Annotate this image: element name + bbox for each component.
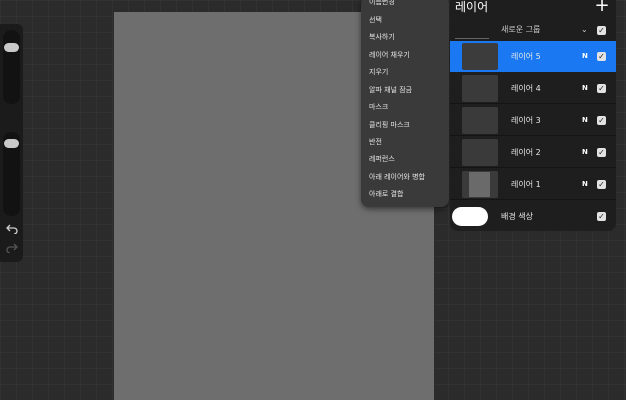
menu-item-reference[interactable]: 레퍼런스 [369, 151, 395, 167]
blend-mode-button[interactable]: N [582, 137, 588, 168]
layer-thumbnail [462, 75, 498, 102]
layers-panel: 레이어 + 새로운 그룹 ⌄ ✓ 레이어 5 N ✓ 레이어 4 N ✓ 레이어… [450, 0, 616, 231]
layer-visibility-checkbox[interactable]: ✓ [597, 148, 606, 157]
layer-visibility-checkbox[interactable]: ✓ [597, 52, 606, 61]
layer-thumbnail [462, 171, 498, 198]
menu-item-merge-down[interactable]: 아래 레이어와 병합 [369, 169, 425, 185]
blend-mode-button[interactable]: N [582, 73, 588, 104]
background-color-label: 배경 색상 [501, 212, 533, 221]
menu-item-fill-layer[interactable]: 레이어 채우기 [369, 47, 410, 63]
background-color-swatch[interactable] [452, 207, 488, 226]
background-visibility-checkbox[interactable]: ✓ [597, 212, 606, 221]
menu-item-combine-down[interactable]: 아래로 결합 [369, 186, 403, 202]
menu-item-mask[interactable]: 마스크 [369, 99, 388, 115]
menu-item-invert[interactable]: 반전 [369, 134, 382, 150]
layer-name: 레이어 1 [511, 180, 541, 189]
layer-row-2[interactable]: 레이어 2 N ✓ [450, 137, 616, 168]
group-name: 새로운 그룹 [501, 25, 541, 34]
chevron-down-icon[interactable]: ⌄ [581, 19, 588, 41]
blend-mode-button[interactable]: N [582, 169, 588, 200]
blend-mode-button[interactable]: N [582, 105, 588, 136]
layer-name: 레이어 2 [511, 148, 541, 157]
layer-row-5[interactable]: 레이어 5 N ✓ [450, 41, 616, 72]
layer-visibility-checkbox[interactable]: ✓ [597, 84, 606, 93]
layer-row-3[interactable]: 레이어 3 N ✓ [450, 105, 616, 136]
menu-item-rename[interactable]: 이름변경 [369, 0, 395, 10]
opacity-slider[interactable] [3, 132, 20, 216]
opacity-slider-thumb[interactable] [4, 139, 19, 148]
add-layer-button[interactable]: + [593, 0, 611, 15]
left-sidebar [0, 24, 23, 262]
layer-visibility-checkbox[interactable]: ✓ [597, 180, 606, 189]
undo-arrow-icon[interactable] [4, 224, 19, 236]
group-indicator [455, 38, 489, 39]
layer-options-menu: 이름변경 선택 복사하기 레이어 채우기 지우기 알파 채널 잠금 마스크 클리… [361, 0, 449, 207]
layer-row-1[interactable]: 레이어 1 N ✓ [450, 169, 616, 200]
redo-arrow-icon[interactable] [4, 243, 19, 255]
menu-item-clear[interactable]: 지우기 [369, 64, 388, 80]
menu-item-alpha-lock[interactable]: 알파 채널 잠금 [369, 82, 412, 98]
background-color-row[interactable]: 배경 색상 ✓ [450, 201, 616, 232]
layer-visibility-checkbox[interactable]: ✓ [597, 116, 606, 125]
layer-thumbnail [462, 43, 498, 70]
layer-name: 레이어 3 [511, 116, 541, 125]
brush-size-slider-thumb[interactable] [4, 43, 19, 52]
panel-title: 레이어 [455, 0, 489, 14]
layer-thumbnail-content [469, 172, 490, 197]
brush-size-slider[interactable] [3, 30, 20, 104]
blend-mode-button[interactable]: N [582, 41, 588, 72]
menu-item-select[interactable]: 선택 [369, 12, 382, 28]
layer-name: 레이어 4 [511, 84, 541, 93]
menu-item-copy[interactable]: 복사하기 [369, 29, 395, 45]
menu-item-clipping-mask[interactable]: 클리핑 마스크 [369, 117, 410, 133]
layer-row-4[interactable]: 레이어 4 N ✓ [450, 73, 616, 104]
layer-thumbnail [462, 139, 498, 166]
layer-thumbnail [462, 107, 498, 134]
layer-group-row[interactable]: 새로운 그룹 ⌄ ✓ [450, 19, 616, 41]
layer-name: 레이어 5 [511, 52, 541, 61]
group-visibility-checkbox[interactable]: ✓ [597, 26, 606, 35]
